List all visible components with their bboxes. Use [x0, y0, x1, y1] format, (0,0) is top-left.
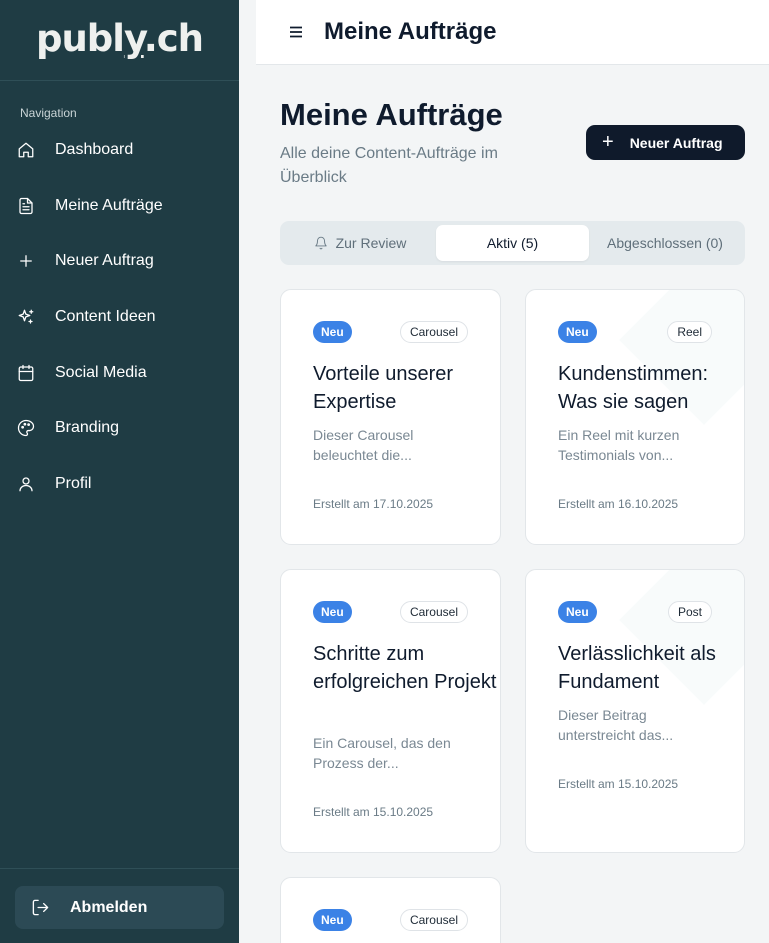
tab-label: Abgeschlossen (0): [607, 235, 723, 251]
page-subtitle: Alle deine Content-Aufträge im Überblick: [280, 145, 498, 186]
order-card[interactable]: Neu Post Verlässlichkeit als Fundament D…: [525, 569, 745, 853]
header-title: Meine Aufträge: [324, 18, 497, 45]
type-badge: Post: [667, 601, 712, 623]
logout-icon: [32, 899, 49, 916]
card-date: Erstellt am 15.10.2025: [558, 777, 679, 791]
page-title: Meine Aufträge: [280, 97, 503, 132]
tab-label: Aktiv (5): [486, 235, 539, 251]
nav-heading: Navigation: [20, 106, 77, 120]
logo-part-3: .ch: [143, 16, 204, 60]
order-card[interactable]: Neu Carousel: [280, 877, 501, 943]
card-description: Ein Carousel, das den Prozess der...: [313, 735, 451, 771]
sidebar-item-dashboard[interactable]: Dashboard: [0, 122, 239, 178]
card-date: Erstellt am 15.10.2025: [313, 805, 434, 819]
card-title: Vorteile unserer Expertise: [313, 363, 454, 413]
logo-area: publy.ch: [0, 0, 239, 81]
sidebar-item-profil[interactable]: Profil: [0, 456, 239, 512]
sidebar-item-label: Social Media: [55, 363, 147, 381]
plus-icon: +: [602, 130, 614, 153]
sidebar-item-label: Branding: [55, 419, 120, 437]
card-title: Verlässlichkeit als Fundament: [558, 643, 716, 693]
card-date: Erstellt am 17.10.2025: [313, 497, 434, 511]
sidebar-item-label: Content Ideen: [55, 307, 156, 325]
card-description: Dieser Carousel beleuchtet die...: [313, 427, 414, 463]
logout-label: Abmelden: [70, 898, 148, 916]
plus-icon: [16, 251, 36, 271]
type-badge: Carousel: [399, 601, 468, 623]
order-card[interactable]: Neu Carousel Schritte zum erfolgreichen …: [280, 569, 501, 853]
sidebar: publy.ch Navigation Dashboard Meine Auft…: [0, 0, 239, 943]
tab-aktiv[interactable]: Aktiv (5): [436, 225, 589, 261]
card-description: Dieser Beitrag unterstreicht das...: [558, 707, 674, 743]
calendar-icon: [16, 363, 36, 383]
card-title: Kundenstimmen: Was sie sagen: [558, 363, 709, 413]
card-date: Erstellt am 16.10.2025: [558, 497, 679, 511]
status-badge: Neu: [313, 909, 352, 931]
new-order-button[interactable]: + Neuer Auftrag: [586, 125, 745, 160]
order-card[interactable]: Neu Reel Kundenstimmen: Was sie sagen Ei…: [525, 289, 745, 545]
document-icon: [16, 196, 36, 216]
status-badge: Neu: [558, 321, 597, 343]
card-description: Ein Reel mit kurzen Testimonials von...: [558, 427, 680, 463]
card-title: Schritte zum erfolgreichen Projekt: [313, 643, 497, 693]
sidebar-item-label: Profil: [55, 474, 92, 492]
type-badge: Carousel: [399, 909, 468, 931]
sidebar-item-social-media[interactable]: Social Media: [0, 345, 239, 401]
order-card[interactable]: Neu Carousel Vorteile unserer Expertise …: [280, 289, 501, 545]
status-badge: Neu: [558, 601, 597, 623]
sidebar-item-meine-auftraege[interactable]: Meine Aufträge: [0, 178, 239, 234]
sidebar-item-neuer-auftrag[interactable]: Neuer Auftrag: [0, 233, 239, 289]
tab-abgeschlossen[interactable]: Abgeschlossen (0): [589, 225, 741, 261]
sidebar-item-label: Meine Aufträge: [55, 196, 163, 214]
logo[interactable]: publy.ch: [35, 16, 204, 60]
hamburger-icon: [290, 26, 302, 38]
bell-icon: [314, 236, 327, 250]
status-tabs: Zur Review Aktiv (5) Abgeschlossen (0): [280, 221, 745, 265]
sidebar-footer: Abmelden: [0, 868, 239, 943]
sidebar-item-content-ideen[interactable]: Content Ideen: [0, 289, 239, 345]
logout-button[interactable]: Abmelden: [15, 886, 224, 929]
sidebar-item-branding[interactable]: Branding: [0, 400, 239, 456]
user-icon: [16, 474, 36, 494]
home-icon: [16, 140, 36, 160]
logo-part-2: y: [123, 16, 145, 60]
menu-toggle-button[interactable]: [286, 22, 306, 42]
sidebar-item-label: Dashboard: [55, 140, 134, 158]
top-bar: Meine Aufträge: [256, 0, 769, 65]
sidebar-nav: Dashboard Meine Aufträge Neuer Auftrag C…: [0, 122, 239, 512]
tab-label: Zur Review: [335, 235, 407, 251]
palette-icon: [16, 418, 36, 438]
sparkles-icon: [16, 307, 36, 327]
type-badge: Carousel: [399, 321, 468, 343]
new-order-label: Neuer Auftrag: [629, 134, 723, 151]
logo-part-1: publ: [35, 16, 125, 60]
type-badge: Reel: [667, 321, 712, 343]
tab-zur-review[interactable]: Zur Review: [284, 225, 436, 261]
status-badge: Neu: [313, 321, 352, 343]
status-badge: Neu: [313, 601, 352, 623]
sidebar-item-label: Neuer Auftrag: [55, 252, 154, 270]
